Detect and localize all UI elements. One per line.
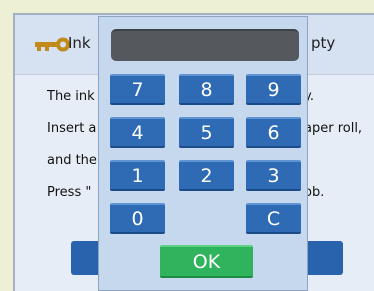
ok-button[interactable]: OK <box>160 245 253 278</box>
message-line-4: Press " <box>47 185 92 200</box>
key-4[interactable]: 4 <box>110 117 165 148</box>
key-2[interactable]: 2 <box>179 160 234 191</box>
key-1[interactable]: 1 <box>110 160 165 191</box>
keypad-display <box>111 29 299 61</box>
key-clear[interactable]: C <box>246 203 301 234</box>
key-7[interactable]: 7 <box>110 74 165 105</box>
message-line-3: and the <box>47 153 97 168</box>
message-line-2: Insert a <box>47 121 97 136</box>
message-line-2-end: aper roll, <box>304 121 363 136</box>
key-icon <box>35 37 70 52</box>
key-6[interactable]: 6 <box>246 117 301 148</box>
key-9[interactable]: 9 <box>246 74 301 105</box>
key-5[interactable]: 5 <box>179 117 234 148</box>
key-8[interactable]: 8 <box>179 74 234 105</box>
numeric-keypad: 7 8 9 4 5 6 1 2 3 0 C OK <box>98 16 308 291</box>
key-0[interactable]: 0 <box>110 203 165 234</box>
dialog-title-start: Ink <box>68 34 91 52</box>
key-3[interactable]: 3 <box>246 160 301 191</box>
message-line-1: The ink <box>47 89 95 104</box>
dialog-title-end: pty <box>311 34 336 52</box>
